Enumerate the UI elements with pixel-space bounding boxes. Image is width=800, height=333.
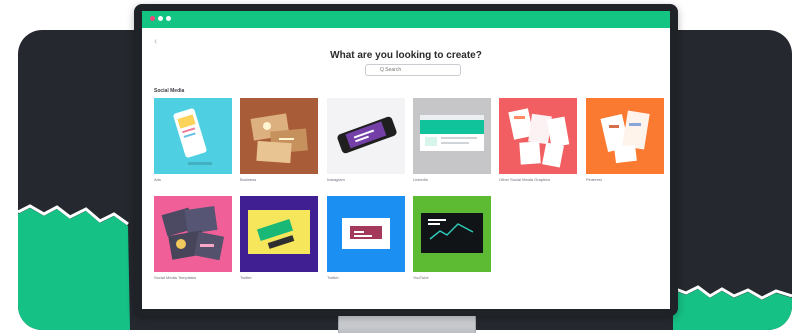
social-media-templates-thumbnail	[154, 196, 232, 272]
linkedin-thumbnail	[413, 98, 491, 174]
white-window-dot-icon[interactable]	[158, 16, 163, 21]
left-wave	[18, 208, 130, 330]
linkedin-browser-icon	[420, 115, 484, 151]
instagram-thumbnail	[327, 98, 405, 174]
monitor-stand	[338, 314, 476, 333]
template-card-ads[interactable]: Ads	[154, 98, 232, 184]
template-card-business[interactable]: Business	[240, 98, 318, 184]
template-card-social-media-templates[interactable]: Social Media Templates	[154, 196, 232, 282]
youtube-thumbnail	[413, 196, 491, 272]
app-screen: ‹ What are you looking to create? Social…	[142, 11, 670, 309]
ads-thumbnail	[154, 98, 232, 174]
template-caption: Twitter	[327, 275, 339, 280]
search-input[interactable]	[365, 64, 461, 76]
template-card-youtube[interactable]: YouTube	[413, 196, 491, 282]
stacked-templates-icon	[161, 206, 225, 261]
instagram-phone-icon	[337, 116, 397, 154]
template-caption: LinkedIn	[413, 177, 429, 182]
pinterest-thumbnail	[586, 98, 664, 174]
business-card-icon	[250, 113, 308, 164]
template-caption: Twitter	[240, 275, 252, 280]
business-thumbnail	[240, 98, 318, 174]
template-card-twitter-purple[interactable]: Twitter	[240, 196, 318, 282]
template-caption: Ads	[154, 177, 161, 182]
twitter-mockup-icon	[248, 210, 310, 254]
section-label: Social Media	[154, 88, 185, 94]
template-caption: Other Social Media Graphics	[499, 177, 551, 182]
template-card-twitter-blue[interactable]: Twitter	[327, 196, 405, 282]
twitter-banner-icon	[342, 218, 390, 249]
other-social-thumbnail	[499, 98, 577, 174]
template-caption: Business	[240, 177, 257, 182]
template-card-linkedin[interactable]: LinkedIn	[413, 98, 491, 184]
template-card-instagram[interactable]: Instagram	[327, 98, 405, 184]
youtube-frame-icon	[421, 213, 483, 253]
red-window-dot-icon[interactable]	[150, 16, 155, 21]
pinterest-pins-icon	[600, 110, 650, 164]
twitter-purple-thumbnail	[240, 196, 318, 272]
template-caption: Social Media Templates	[154, 275, 197, 280]
back-arrow-icon[interactable]: ‹	[154, 37, 157, 47]
screenshot-scene: ‹ What are you looking to create? Social…	[0, 0, 800, 333]
template-card-other-social-media-graphics[interactable]: Other Social Media Graphics	[499, 98, 577, 184]
twitter-blue-thumbnail	[327, 196, 405, 272]
template-caption: Instagram	[327, 177, 345, 182]
template-card-pinterest[interactable]: Pinterest	[586, 98, 664, 184]
social-cards-icon	[508, 108, 570, 168]
phone-mockup-icon	[173, 108, 212, 165]
white-window-dot-icon[interactable]	[166, 16, 171, 21]
window-titlebar	[142, 11, 670, 28]
template-caption: YouTube	[413, 275, 429, 280]
monitor: ‹ What are you looking to create? Social…	[134, 4, 678, 316]
template-caption: Pinterest	[586, 177, 602, 182]
page-title: What are you looking to create?	[330, 50, 482, 61]
